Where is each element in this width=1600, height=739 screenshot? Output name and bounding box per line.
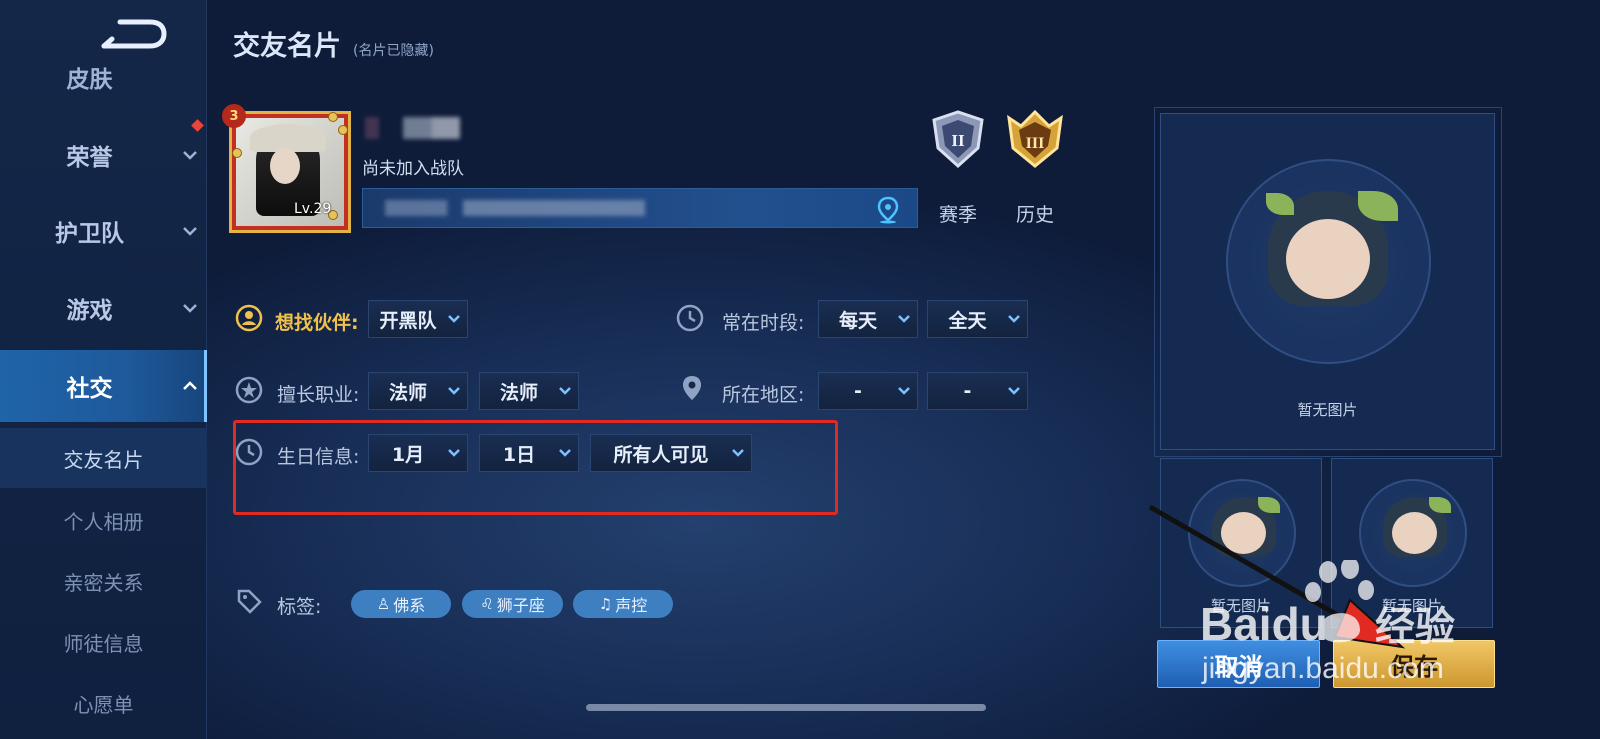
location-text-blurred xyxy=(385,200,645,216)
sidebar-item-social[interactable]: 社交 xyxy=(0,350,207,422)
sidebar-subitem-wishlist[interactable]: 心愿单 xyxy=(0,673,207,733)
tag-text: 狮子座 xyxy=(496,596,545,615)
sidebar: 皮肤 荣誉 护卫队 游戏 社交 交友名片 个人相册 亲密关系 师徒信息 心愿单 xyxy=(0,0,207,739)
user-search-icon xyxy=(235,304,263,332)
player-name-blurred xyxy=(365,117,460,139)
chevron-down-icon xyxy=(448,387,460,395)
frame-ornament xyxy=(232,148,242,158)
role-primary-value: 法师 xyxy=(388,381,427,404)
chevron-up-icon xyxy=(183,381,197,390)
watermark-url: jingyan.baidu.com xyxy=(1201,652,1444,685)
chevron-down-icon xyxy=(183,151,197,160)
time-label: 常在时段: xyxy=(722,312,805,334)
sidebar-item-skins[interactable]: 皮肤 xyxy=(0,58,207,98)
frame-ornament xyxy=(338,125,348,135)
main-photo-label: 暂无图片 xyxy=(1297,401,1358,419)
placeholder-image xyxy=(1226,159,1431,364)
subitem-label: 交友名片 xyxy=(63,447,144,472)
sidebar-item-label: 社交 xyxy=(66,376,113,402)
tags-label: 标签: xyxy=(277,596,322,618)
avatar-face xyxy=(270,148,300,184)
history-label[interactable]: 历史 xyxy=(1003,200,1067,227)
season-rank-icon[interactable]: II xyxy=(926,108,990,172)
chevron-down-icon xyxy=(1008,315,1020,323)
star-badge-icon xyxy=(235,376,263,404)
region-city-value: - xyxy=(963,380,972,402)
sidebar-item-game[interactable]: 游戏 xyxy=(0,278,207,338)
region-city-dropdown[interactable]: - xyxy=(927,372,1028,410)
subitem-label: 师徒信息 xyxy=(63,631,144,656)
chevron-down-icon xyxy=(898,387,910,395)
season-label[interactable]: 赛季 xyxy=(926,200,990,227)
partner-value: 开黑队 xyxy=(379,309,437,332)
sidebar-item-honor[interactable]: 荣誉 xyxy=(0,125,207,185)
leo-icon: ♌ xyxy=(480,595,494,613)
tag-icon xyxy=(237,589,262,614)
region-label: 所在地区: xyxy=(722,384,805,406)
history-rank-icon[interactable]: III xyxy=(1003,108,1067,172)
sidebar-item-label: 皮肤 xyxy=(66,67,113,93)
sidebar-item-guard[interactable]: 护卫队 xyxy=(0,201,207,261)
sidebar-subitem-album[interactable]: 个人相册 xyxy=(0,490,207,550)
chevron-down-icon xyxy=(559,387,571,395)
role-label: 擅长职业: xyxy=(277,384,360,406)
team-status: 尚未加入战队 xyxy=(362,159,464,179)
location-icon xyxy=(683,376,701,400)
sidebar-subitem-intimacy[interactable]: 亲密关系 xyxy=(0,551,207,611)
role-secondary-dropdown[interactable]: 法师 xyxy=(479,372,579,410)
tag-text: 声控 xyxy=(615,596,648,615)
page-title: 交友名片 xyxy=(233,31,341,62)
highlight-box xyxy=(233,420,838,515)
screen: 皮肤 荣誉 护卫队 游戏 社交 交友名片 个人相册 亲密关系 师徒信息 心愿单 … xyxy=(0,0,1600,739)
subitem-label: 心愿单 xyxy=(73,692,134,717)
region-province-dropdown[interactable]: - xyxy=(818,372,918,410)
frame-ornament xyxy=(328,112,338,122)
level-label: Lv.29 xyxy=(294,201,332,217)
baidu-watermark: Baidu 经验 jingyan.baidu.com xyxy=(1200,560,1455,685)
chevron-down-icon xyxy=(898,315,910,323)
main-photo-slot[interactable]: 暂无图片 xyxy=(1160,113,1495,450)
tag-chip[interactable]: ♌ 狮子座 xyxy=(462,590,563,618)
partner-dropdown[interactable]: 开黑队 xyxy=(368,300,468,338)
page-subtitle: (名片已隐藏) xyxy=(353,43,434,59)
time-period-value: 全天 xyxy=(948,309,987,332)
sidebar-item-label: 游戏 xyxy=(66,298,113,324)
role-primary-dropdown[interactable]: 法师 xyxy=(368,372,468,410)
chibi-leaf xyxy=(1266,193,1294,215)
chevron-down-icon xyxy=(183,227,197,236)
sidebar-item-label: 荣誉 xyxy=(66,145,113,171)
subitem-label: 个人相册 xyxy=(63,509,144,534)
subitem-label: 亲密关系 xyxy=(63,570,144,595)
partner-label: 想找伙伴: xyxy=(275,312,359,334)
sidebar-subitem-mentor[interactable]: 师徒信息 xyxy=(0,612,207,672)
watermark-brand: Baidu xyxy=(1200,598,1328,650)
time-day-dropdown[interactable]: 每天 xyxy=(818,300,918,338)
svg-text:II: II xyxy=(951,131,965,150)
watermark-brand-cn: 经验 xyxy=(1375,604,1455,650)
time-period-dropdown[interactable]: 全天 xyxy=(927,300,1028,338)
sidebar-item-label: 护卫队 xyxy=(55,221,124,247)
role-secondary-value: 法师 xyxy=(499,381,538,404)
region-province-value: - xyxy=(854,380,862,402)
tag-text: 佛系 xyxy=(393,596,426,615)
back-icon[interactable] xyxy=(98,18,168,56)
chevron-down-icon xyxy=(448,315,460,323)
chevron-down-icon xyxy=(1008,387,1020,395)
time-day-value: 每天 xyxy=(838,309,877,332)
sidebar-subitem-friend-card[interactable]: 交友名片 xyxy=(0,428,207,488)
chibi-face xyxy=(1286,219,1370,299)
clock-icon xyxy=(676,304,704,332)
home-indicator[interactable] xyxy=(586,704,986,711)
chevron-down-icon xyxy=(183,304,197,313)
person-icon: ♙ xyxy=(376,595,391,613)
music-note-icon: ♫ xyxy=(598,595,613,613)
location-pin-icon[interactable] xyxy=(876,196,900,224)
tag-chip[interactable]: ♫ 声控 xyxy=(573,590,673,618)
rank-badge: 3 xyxy=(222,104,246,128)
page-header: 交友名片 (名片已隐藏) xyxy=(233,24,434,63)
tag-chip[interactable]: ♙ 佛系 xyxy=(351,590,451,618)
svg-text:III: III xyxy=(1026,135,1045,152)
